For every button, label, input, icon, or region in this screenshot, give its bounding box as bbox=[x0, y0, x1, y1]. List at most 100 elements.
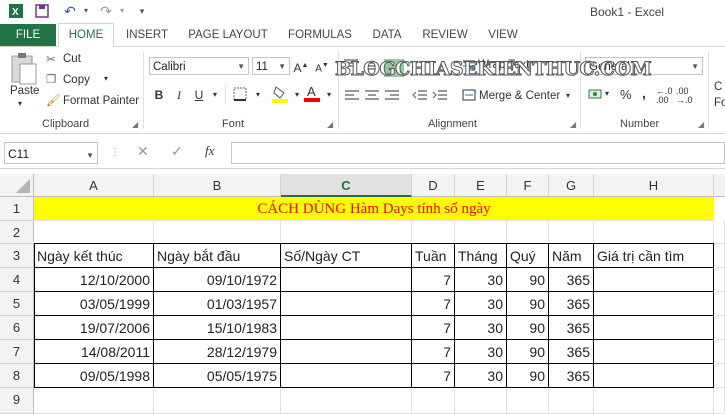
table-header-cell[interactable]: Tháng bbox=[455, 244, 507, 268]
undo-dropdown-icon[interactable]: ▾ bbox=[78, 3, 94, 19]
table-header-cell[interactable]: Giá trị cần tìm bbox=[594, 244, 714, 268]
table-cell[interactable] bbox=[594, 268, 714, 292]
table-cell[interactable]: 365 bbox=[549, 316, 594, 340]
cell-empty[interactable] bbox=[714, 221, 725, 244]
tab-page-layout[interactable]: PAGE LAYOUT bbox=[182, 24, 274, 46]
align-left-icon[interactable] bbox=[344, 90, 360, 105]
select-all-button[interactable] bbox=[0, 174, 34, 197]
row-header-6[interactable]: 6 bbox=[0, 316, 34, 340]
table-header-cell[interactable]: Tuần bbox=[412, 244, 455, 268]
column-header-e[interactable]: E bbox=[455, 174, 507, 197]
column-header-a[interactable]: A bbox=[34, 174, 154, 197]
font-size-select[interactable]: 11 ▼ bbox=[252, 57, 290, 75]
table-cell[interactable] bbox=[594, 292, 714, 316]
underline-dropdown-icon[interactable]: ▾ bbox=[207, 87, 223, 103]
merge-center-button[interactable]: Merge & Center bbox=[479, 90, 560, 102]
enter-icon[interactable]: ✓ bbox=[171, 143, 183, 160]
table-header-cell[interactable]: Ngày bắt đầu bbox=[154, 244, 281, 268]
cell-empty[interactable] bbox=[281, 221, 412, 244]
table-cell[interactable] bbox=[594, 340, 714, 364]
table-cell[interactable]: 7 bbox=[412, 268, 455, 292]
table-cell[interactable]: 7 bbox=[412, 364, 455, 388]
table-cell[interactable]: 30 bbox=[455, 268, 507, 292]
italic-button[interactable]: I bbox=[171, 87, 187, 103]
save-icon[interactable] bbox=[34, 3, 50, 19]
row-header-5[interactable]: 5 bbox=[0, 292, 34, 316]
copy-dropdown-icon[interactable]: ▾ bbox=[104, 74, 108, 83]
undo-icon[interactable]: ↶ bbox=[62, 3, 78, 19]
merge-dropdown-icon[interactable]: ▾ bbox=[566, 91, 570, 100]
table-cell[interactable]: 365 bbox=[549, 268, 594, 292]
name-box[interactable]: C11 ▼ bbox=[4, 142, 98, 164]
row-header-2[interactable]: 2 bbox=[0, 221, 34, 244]
table-cell[interactable] bbox=[594, 316, 714, 340]
borders-icon[interactable] bbox=[232, 87, 248, 103]
cell-empty[interactable] bbox=[455, 221, 507, 244]
table-cell[interactable]: 14/08/2011 bbox=[34, 340, 154, 364]
cut-icon[interactable]: ✂ bbox=[46, 52, 56, 66]
row-header-9[interactable]: 9 bbox=[0, 388, 34, 414]
tab-view[interactable]: VIEW bbox=[480, 24, 526, 46]
table-header-cell[interactable]: Năm bbox=[549, 244, 594, 268]
cell-empty[interactable] bbox=[154, 221, 281, 244]
increase-font-icon[interactable]: A▲ bbox=[293, 58, 309, 75]
cell-empty[interactable] bbox=[714, 388, 725, 414]
column-header-c[interactable]: C bbox=[281, 174, 412, 197]
bold-button[interactable]: B bbox=[151, 87, 167, 103]
row-header-8[interactable]: 8 bbox=[0, 364, 34, 388]
table-cell[interactable]: 19/07/2006 bbox=[34, 316, 154, 340]
tab-review[interactable]: REVIEW bbox=[416, 24, 474, 46]
table-cell[interactable]: 90 bbox=[507, 316, 549, 340]
cell-empty[interactable] bbox=[714, 268, 725, 292]
fill-color-icon[interactable] bbox=[272, 85, 288, 103]
cell-empty[interactable] bbox=[594, 388, 714, 414]
tab-home[interactable]: HOME bbox=[58, 23, 114, 48]
font-color-icon[interactable]: A bbox=[304, 84, 320, 102]
paste-dropdown-icon[interactable]: ▾ bbox=[18, 99, 22, 108]
conditional-formatting-partial[interactable]: C bbox=[714, 81, 722, 93]
number-launcher-icon[interactable]: ◢ bbox=[698, 120, 704, 129]
cell-empty[interactable] bbox=[714, 340, 725, 364]
format-painter-button[interactable]: Format Painter bbox=[63, 95, 139, 107]
table-cell[interactable]: 12/10/2000 bbox=[34, 268, 154, 292]
row-header-4[interactable]: 4 bbox=[0, 268, 34, 292]
tab-file[interactable]: FILE bbox=[0, 24, 56, 46]
row-header-3[interactable]: 3 bbox=[0, 244, 34, 268]
table-cell[interactable]: 90 bbox=[507, 292, 549, 316]
cell-empty[interactable] bbox=[34, 388, 154, 414]
cell-empty[interactable] bbox=[34, 221, 154, 244]
accounting-dropdown-icon[interactable]: ▾ bbox=[605, 89, 609, 98]
decrease-font-icon[interactable]: A▼ bbox=[314, 58, 330, 74]
borders-dropdown-icon[interactable]: ▾ bbox=[250, 87, 266, 103]
table-cell[interactable]: 90 bbox=[507, 340, 549, 364]
cell-empty[interactable] bbox=[714, 364, 725, 388]
table-cell[interactable]: 30 bbox=[455, 364, 507, 388]
cell-empty[interactable] bbox=[714, 316, 725, 340]
table-cell[interactable]: 7 bbox=[412, 316, 455, 340]
font-launcher-icon[interactable]: ◢ bbox=[327, 120, 333, 129]
cell-empty[interactable] bbox=[549, 221, 594, 244]
paste-button[interactable]: Paste bbox=[10, 85, 39, 97]
alignment-launcher-icon[interactable]: ◢ bbox=[570, 120, 576, 129]
clipboard-launcher-icon[interactable]: ◢ bbox=[132, 120, 138, 129]
table-cell[interactable]: 15/10/1983 bbox=[154, 316, 281, 340]
table-cell[interactable]: 365 bbox=[549, 340, 594, 364]
cell-empty[interactable] bbox=[455, 388, 507, 414]
comma-button[interactable]: , bbox=[642, 85, 646, 101]
insert-function-button[interactable]: fx bbox=[205, 143, 214, 159]
table-cell[interactable] bbox=[281, 292, 412, 316]
table-cell[interactable] bbox=[281, 316, 412, 340]
column-header-d[interactable]: D bbox=[412, 174, 455, 197]
table-cell[interactable]: 7 bbox=[412, 292, 455, 316]
table-cell[interactable]: 365 bbox=[549, 292, 594, 316]
customize-qat-icon[interactable]: ▾ bbox=[134, 3, 150, 19]
align-right-icon[interactable] bbox=[384, 90, 400, 105]
table-cell[interactable] bbox=[594, 364, 714, 388]
copy-button[interactable]: Copy bbox=[63, 74, 90, 86]
column-header-b[interactable]: B bbox=[154, 174, 281, 197]
cut-button[interactable]: Cut bbox=[63, 53, 81, 65]
cell-empty[interactable] bbox=[281, 388, 412, 414]
table-header-cell[interactable]: Ngày kết thúc bbox=[34, 244, 154, 268]
cell-empty[interactable] bbox=[412, 388, 455, 414]
cell-empty[interactable] bbox=[594, 221, 714, 244]
